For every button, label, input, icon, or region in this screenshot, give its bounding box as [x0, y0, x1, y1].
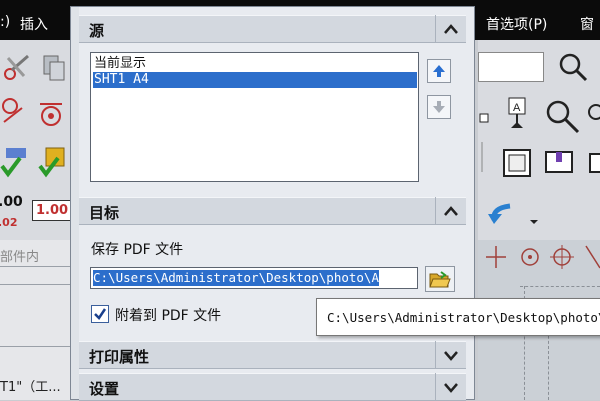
tooltip-text: C:\Users\Administrator\Desktop\photo\A4	[327, 310, 600, 325]
sheet-listbox[interactable]: 当前显示 SHT1 A4	[90, 52, 419, 182]
list-item-selected[interactable]: SHT1 A4	[93, 72, 417, 88]
print-properties-title: 打印属性	[89, 348, 150, 366]
zoom-icon[interactable]	[542, 96, 582, 136]
dimension-icon[interactable]	[478, 100, 492, 130]
attach-to-pdf-label[interactable]: 附着到 PDF 文件	[115, 305, 221, 325]
arrow-up-icon	[433, 65, 445, 77]
detail-view-icon[interactable]	[544, 148, 576, 178]
navigator-entry[interactable]: T1"（工...	[0, 376, 61, 395]
snap-intersection-icon	[585, 245, 600, 269]
part-navigator-label: 部件内	[0, 250, 40, 265]
checkmark-icon	[94, 308, 107, 320]
magnifier-icon[interactable]	[556, 50, 590, 84]
snap-point-icon	[486, 246, 506, 268]
export-pdf-dialog: 源 当前显示 SHT1 A4 目标 保存 PDF 文件 C:\Users\Adm…	[70, 6, 475, 401]
left-toolbar: .00 .02 1.00	[0, 40, 73, 240]
target-collapse-button[interactable]	[435, 197, 466, 225]
undo-icon[interactable]	[484, 198, 540, 228]
snap-quadrant-icon	[550, 245, 574, 269]
panel-divider	[0, 266, 70, 267]
precision-button[interactable]: 1.00	[32, 200, 73, 221]
target-icon[interactable]	[36, 100, 66, 126]
pdf-path-input[interactable]: C:\Users\Administrator\Desktop\photo\A	[90, 267, 418, 289]
section-view-icon[interactable]	[500, 146, 534, 180]
dialog-left-gutter	[71, 7, 79, 399]
save-pdf-label: 保存 PDF 文件	[91, 242, 184, 258]
toolbar-separator	[481, 142, 483, 172]
precision-bottom: .02	[0, 216, 18, 229]
settings-section-header[interactable]: 设置	[79, 373, 466, 401]
precision-top: .00	[0, 194, 23, 210]
arrow-down-icon	[433, 101, 445, 113]
path-tooltip: C:\Users\Administrator\Desktop\photo\A4	[316, 298, 600, 336]
menu-item-preferences[interactable]: 首选项(P)	[486, 14, 547, 34]
overflow-icon[interactable]	[586, 100, 600, 130]
menu-item-insert[interactable]: 插入	[20, 14, 48, 34]
copy-icon[interactable]	[40, 52, 68, 82]
print-properties-section-header[interactable]: 打印属性	[79, 341, 466, 369]
hammer-check-icon[interactable]	[0, 144, 30, 178]
source-section-title: 源	[89, 22, 105, 40]
svg-text:A: A	[513, 102, 521, 114]
target-section-title: 目标	[89, 204, 120, 222]
command-search-input[interactable]	[478, 52, 544, 82]
constraint-icon[interactable]	[0, 96, 26, 126]
chevron-up-icon	[444, 206, 458, 216]
view-break-icon[interactable]	[586, 148, 600, 178]
source-section-header[interactable]: 源	[79, 15, 466, 43]
menu-item-insert-shortcut[interactable]: :)	[0, 14, 10, 30]
settings-expand-button[interactable]	[435, 373, 466, 401]
cube-check-icon[interactable]	[38, 144, 68, 178]
chevron-down-icon	[444, 351, 458, 361]
drawing-border-line	[520, 286, 600, 287]
print-properties-expand-button[interactable]	[435, 341, 466, 369]
snap-center-icon	[521, 248, 539, 266]
settings-title: 设置	[89, 380, 120, 398]
panel-divider	[0, 284, 70, 285]
scissors-icon[interactable]	[2, 52, 30, 82]
move-down-button[interactable]	[427, 95, 451, 119]
list-item[interactable]: 当前显示	[93, 56, 417, 72]
attach-to-pdf-checkbox[interactable]	[91, 305, 109, 323]
chevron-down-icon	[444, 383, 458, 393]
browse-folder-button[interactable]	[425, 266, 455, 292]
label-note-icon[interactable]: A	[500, 96, 534, 136]
chevron-up-icon	[444, 24, 458, 34]
pdf-path-value: C:\Users\Administrator\Desktop\photo\A	[93, 270, 379, 286]
move-up-button[interactable]	[427, 59, 451, 83]
source-collapse-button[interactable]	[435, 15, 466, 43]
panel-divider	[0, 346, 70, 347]
target-section-header[interactable]: 目标	[79, 197, 466, 225]
snap-toolbar	[486, 245, 600, 269]
menu-item-window[interactable]: 窗	[580, 14, 594, 34]
folder-open-icon	[429, 271, 451, 288]
